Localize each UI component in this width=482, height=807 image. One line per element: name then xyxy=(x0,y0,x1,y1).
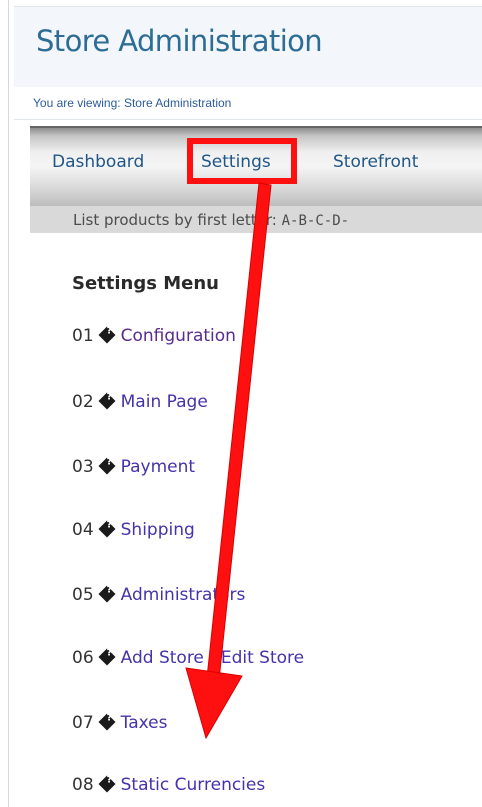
page-title: Store Administration xyxy=(36,24,323,58)
menu-item-configuration[interactable]: 01 Configuration xyxy=(72,326,236,346)
bullet-icon xyxy=(98,392,116,410)
settings-menu-heading: Settings Menu xyxy=(72,273,219,294)
arrow-shaft xyxy=(206,182,272,681)
menu-item-link[interactable]: Add Store - Edit Store xyxy=(121,648,304,668)
menu-item-administrators[interactable]: 05 Administrators xyxy=(72,585,245,605)
bullet-icon xyxy=(98,326,116,344)
bullet-icon xyxy=(98,457,116,475)
left-border xyxy=(8,0,9,807)
letter-filter-label: List products by first letter: xyxy=(73,211,282,229)
menu-item-payment[interactable]: 03 Payment xyxy=(72,457,195,477)
menu-item-add-store[interactable]: 06 Add Store - Edit Store xyxy=(72,648,304,668)
menu-item-static-currencies[interactable]: 08 Static Currencies xyxy=(72,775,265,795)
bullet-icon xyxy=(98,775,116,793)
breadcrumb: You are viewing: Store Administration xyxy=(33,96,232,110)
menu-item-link[interactable]: Payment xyxy=(121,457,195,477)
letter-filter-text: List products by first letter: A-B-C-D- xyxy=(73,211,349,229)
tab-storefront[interactable]: Storefront xyxy=(333,152,418,172)
menu-item-number: 07 xyxy=(72,713,94,733)
bullet-icon xyxy=(98,585,116,603)
menu-item-number: 06 xyxy=(72,648,94,668)
menu-item-main-page[interactable]: 02 Main Page xyxy=(72,392,208,412)
breadcrumb-divider xyxy=(14,119,482,120)
menu-item-number: 03 xyxy=(72,457,94,477)
menu-item-number: 02 xyxy=(72,392,94,412)
menu-item-number: 05 xyxy=(72,585,94,605)
menu-item-link[interactable]: Administrators xyxy=(121,585,246,605)
tab-dashboard[interactable]: Dashboard xyxy=(52,152,144,172)
arrow-head xyxy=(185,667,243,740)
menu-item-link[interactable]: Configuration xyxy=(121,326,236,346)
menu-item-link[interactable]: Main Page xyxy=(121,392,208,412)
menu-item-shipping[interactable]: 04 Shipping xyxy=(72,520,195,540)
menu-item-link[interactable]: Shipping xyxy=(121,520,195,540)
menu-item-number: 04 xyxy=(72,520,94,540)
page: Store Administration You are viewing: St… xyxy=(0,0,482,807)
menu-item-link[interactable]: Taxes xyxy=(121,713,168,733)
menu-item-number: 01 xyxy=(72,326,94,346)
bullet-icon xyxy=(98,713,116,731)
menu-item-taxes[interactable]: 07 Taxes xyxy=(72,713,167,733)
menu-item-link[interactable]: Static Currencies xyxy=(121,775,266,795)
bullet-icon xyxy=(98,520,116,538)
menu-item-number: 08 xyxy=(72,775,94,795)
bullet-icon xyxy=(98,648,116,666)
letter-filter-links[interactable]: A-B-C-D- xyxy=(282,213,349,229)
settings-highlight-box xyxy=(187,138,297,184)
